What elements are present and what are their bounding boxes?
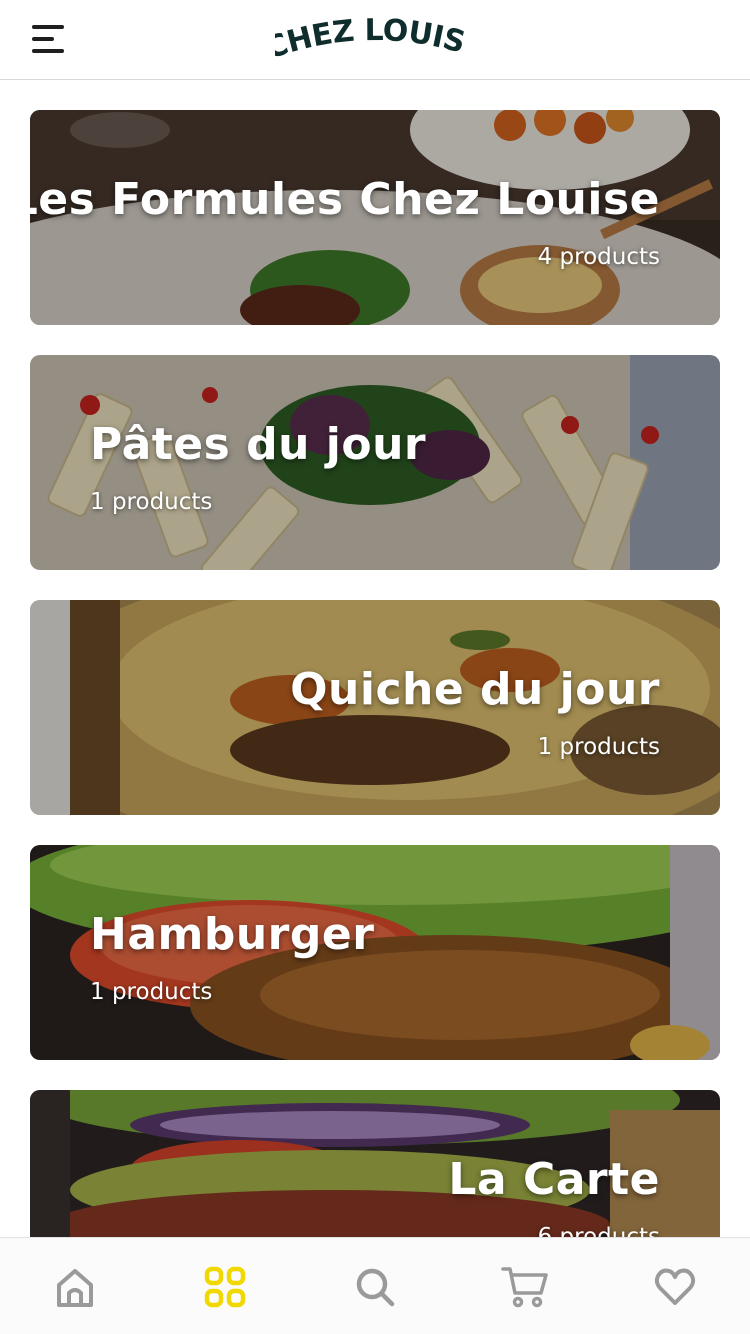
cart-icon[interactable] (500, 1262, 550, 1312)
category-card-hamburger[interactable]: Hamburger 1 products (30, 845, 720, 1060)
category-card-pates[interactable]: Pâtes du jour 1 products (30, 355, 720, 570)
category-card-la-carte[interactable]: La Carte 6 products (30, 1090, 720, 1237)
category-list: Les Formules Chez Louise 4 products Pâte… (0, 80, 750, 1237)
brand-logo[interactable]: CHEZ LOUISE (261, 0, 475, 67)
search-icon[interactable] (350, 1262, 400, 1312)
category-card-quiche[interactable]: Quiche du jour 1 products (30, 600, 720, 815)
category-title: Les Formules Chez Louise (30, 174, 660, 225)
bottom-nav (0, 1237, 750, 1334)
home-icon[interactable] (50, 1262, 100, 1312)
category-title: Pâtes du jour (90, 419, 427, 470)
heart-icon[interactable] (650, 1262, 700, 1312)
category-card-formules[interactable]: Les Formules Chez Louise 4 products (30, 110, 720, 325)
menu-icon[interactable] (28, 22, 68, 58)
category-title: Hamburger (90, 909, 375, 960)
category-title: Quiche du jour (290, 664, 660, 715)
category-product-count: 6 products (537, 1224, 660, 1237)
svg-text:CHEZ LOUISE: CHEZ LOUISE (275, 16, 468, 62)
category-product-count: 4 products (537, 244, 660, 270)
category-product-count: 1 products (537, 734, 660, 760)
grid-icon[interactable] (200, 1262, 250, 1312)
category-title: La Carte (448, 1154, 660, 1205)
category-product-count: 1 products (90, 979, 213, 1005)
logo-text: CHEZ LOUISE (261, 0, 469, 67)
category-product-count: 1 products (90, 489, 213, 515)
app-header: CHEZ LOUISE (0, 0, 750, 80)
